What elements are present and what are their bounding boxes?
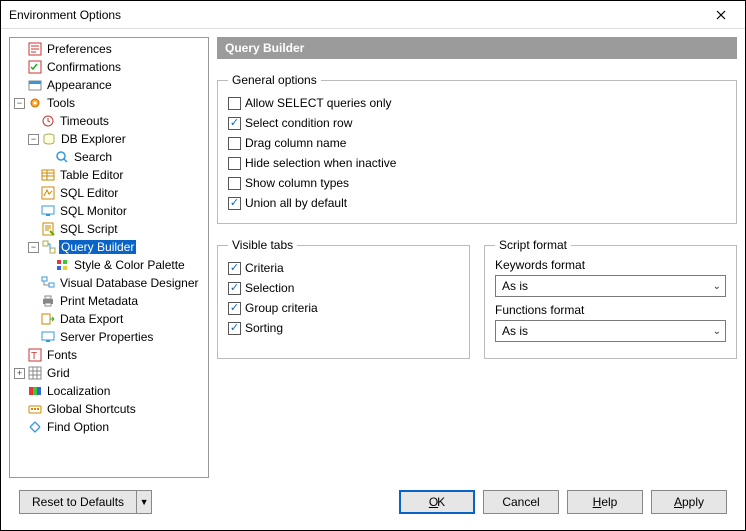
collapse-toggle[interactable]: − — [14, 98, 25, 109]
chevron-down-icon: ⌄ — [713, 326, 721, 337]
tree-item-sql-editor[interactable]: SQL Editor — [10, 184, 208, 202]
tree-item-localization[interactable]: Localization — [10, 382, 208, 400]
tree-item-print-metadata[interactable]: Print Metadata — [10, 292, 208, 310]
expand-toggle[interactable]: + — [14, 368, 25, 379]
close-icon — [716, 10, 726, 20]
tree-item-server-properties[interactable]: Server Properties — [10, 328, 208, 346]
find-icon — [27, 419, 43, 435]
visible-tabs-group: Visible tabs Criteria Selection Group cr… — [217, 238, 470, 359]
tree-item-find-option[interactable]: Find Option — [10, 418, 208, 436]
general-options-group: General options Allow SELECT queries onl… — [217, 73, 737, 224]
checkbox[interactable] — [228, 177, 241, 190]
group-legend: General options — [228, 73, 321, 87]
checkbox[interactable] — [228, 302, 241, 315]
option-hide-selection-inactive[interactable]: Hide selection when inactive — [228, 153, 726, 173]
tree-item-appearance[interactable]: Appearance — [10, 76, 208, 94]
tree-item-db-explorer[interactable]: − DB Explorer — [10, 130, 208, 148]
tree-item-vdd[interactable]: Visual Database Designer — [10, 274, 208, 292]
checkbox[interactable] — [228, 197, 241, 210]
page-header: Query Builder — [217, 37, 737, 59]
group-legend: Visible tabs — [228, 238, 297, 252]
server-icon — [40, 329, 56, 345]
content-panel: Query Builder General options Allow SELE… — [217, 37, 737, 478]
chevron-down-icon[interactable]: ▼ — [136, 490, 152, 514]
db-icon — [41, 131, 57, 147]
functions-format-dropdown[interactable]: As is ⌄ — [495, 320, 726, 342]
checkbox[interactable] — [228, 282, 241, 295]
printer-icon — [40, 293, 56, 309]
tree-item-query-builder[interactable]: − Query Builder — [10, 238, 208, 256]
ok-button[interactable]: OK — [399, 490, 475, 514]
apply-button[interactable]: Apply — [651, 490, 727, 514]
checkbox[interactable] — [228, 97, 241, 110]
tab-criteria[interactable]: Criteria — [228, 258, 459, 278]
appearance-icon — [27, 77, 43, 93]
monitor-icon — [40, 203, 56, 219]
collapse-toggle[interactable]: − — [28, 134, 39, 145]
checkbox[interactable] — [228, 322, 241, 335]
window-title: Environment Options — [9, 8, 701, 22]
tree-item-grid[interactable]: + Grid — [10, 364, 208, 382]
preferences-icon — [27, 41, 43, 57]
checkbox[interactable] — [228, 262, 241, 275]
tree-item-tools[interactable]: − Tools — [10, 94, 208, 112]
checkbox[interactable] — [228, 157, 241, 170]
shortcuts-icon — [27, 401, 43, 417]
functions-format-label: Functions format — [495, 303, 726, 317]
fonts-icon: T — [27, 347, 43, 363]
confirmations-icon — [27, 59, 43, 75]
script-icon — [40, 221, 56, 237]
titlebar: Environment Options — [1, 1, 745, 29]
group-legend: Script format — [495, 238, 571, 252]
keywords-format-dropdown[interactable]: As is ⌄ — [495, 275, 726, 297]
tab-selection[interactable]: Selection — [228, 278, 459, 298]
tree-item-global-shortcuts[interactable]: Global Shortcuts — [10, 400, 208, 418]
tree-item-style-palette[interactable]: Style & Color Palette — [10, 256, 208, 274]
tools-icon — [27, 95, 43, 111]
search-icon — [54, 149, 70, 165]
tree-item-fonts[interactable]: T Fonts — [10, 346, 208, 364]
tree-item-sql-monitor[interactable]: SQL Monitor — [10, 202, 208, 220]
environment-options-dialog: Environment Options Preferences Confirma… — [0, 0, 746, 531]
tree-item-sql-script[interactable]: SQL Script — [10, 220, 208, 238]
palette-icon — [54, 257, 70, 273]
chevron-down-icon: ⌄ — [713, 281, 721, 292]
designer-icon — [40, 275, 56, 291]
option-show-column-types[interactable]: Show column types — [228, 173, 726, 193]
localization-icon — [27, 383, 43, 399]
table-icon — [40, 167, 56, 183]
tree-item-confirmations[interactable]: Confirmations — [10, 58, 208, 76]
option-select-condition-row[interactable]: Select condition row — [228, 113, 726, 133]
help-button[interactable]: Help — [567, 490, 643, 514]
clock-icon — [40, 113, 56, 129]
export-icon — [40, 311, 56, 327]
tree-item-preferences[interactable]: Preferences — [10, 40, 208, 58]
option-allow-select-only[interactable]: Allow SELECT queries only — [228, 93, 726, 113]
tree-item-table-editor[interactable]: Table Editor — [10, 166, 208, 184]
reset-defaults-button[interactable]: Reset to Defaults ▼ — [19, 490, 152, 514]
option-drag-column-name[interactable]: Drag column name — [228, 133, 726, 153]
tree-item-data-export[interactable]: Data Export — [10, 310, 208, 328]
sql-editor-icon — [40, 185, 56, 201]
grid-icon — [27, 365, 43, 381]
option-union-all-default[interactable]: Union all by default — [228, 193, 726, 213]
tab-sorting[interactable]: Sorting — [228, 318, 459, 338]
cancel-button[interactable]: Cancel — [483, 490, 559, 514]
tree-item-timeouts[interactable]: Timeouts — [10, 112, 208, 130]
svg-text:T: T — [31, 351, 37, 362]
checkbox[interactable] — [228, 137, 241, 150]
query-builder-icon — [41, 239, 57, 255]
dialog-footer: Reset to Defaults ▼ OK Cancel Help Apply — [1, 486, 745, 530]
nav-tree[interactable]: Preferences Confirmations Appearance − T… — [9, 37, 209, 478]
tab-group-criteria[interactable]: Group criteria — [228, 298, 459, 318]
collapse-toggle[interactable]: − — [28, 242, 39, 253]
tree-item-search[interactable]: Search — [10, 148, 208, 166]
keywords-format-label: Keywords format — [495, 258, 726, 272]
checkbox[interactable] — [228, 117, 241, 130]
close-button[interactable] — [701, 2, 741, 28]
script-format-group: Script format Keywords format As is ⌄ Fu… — [484, 238, 737, 359]
